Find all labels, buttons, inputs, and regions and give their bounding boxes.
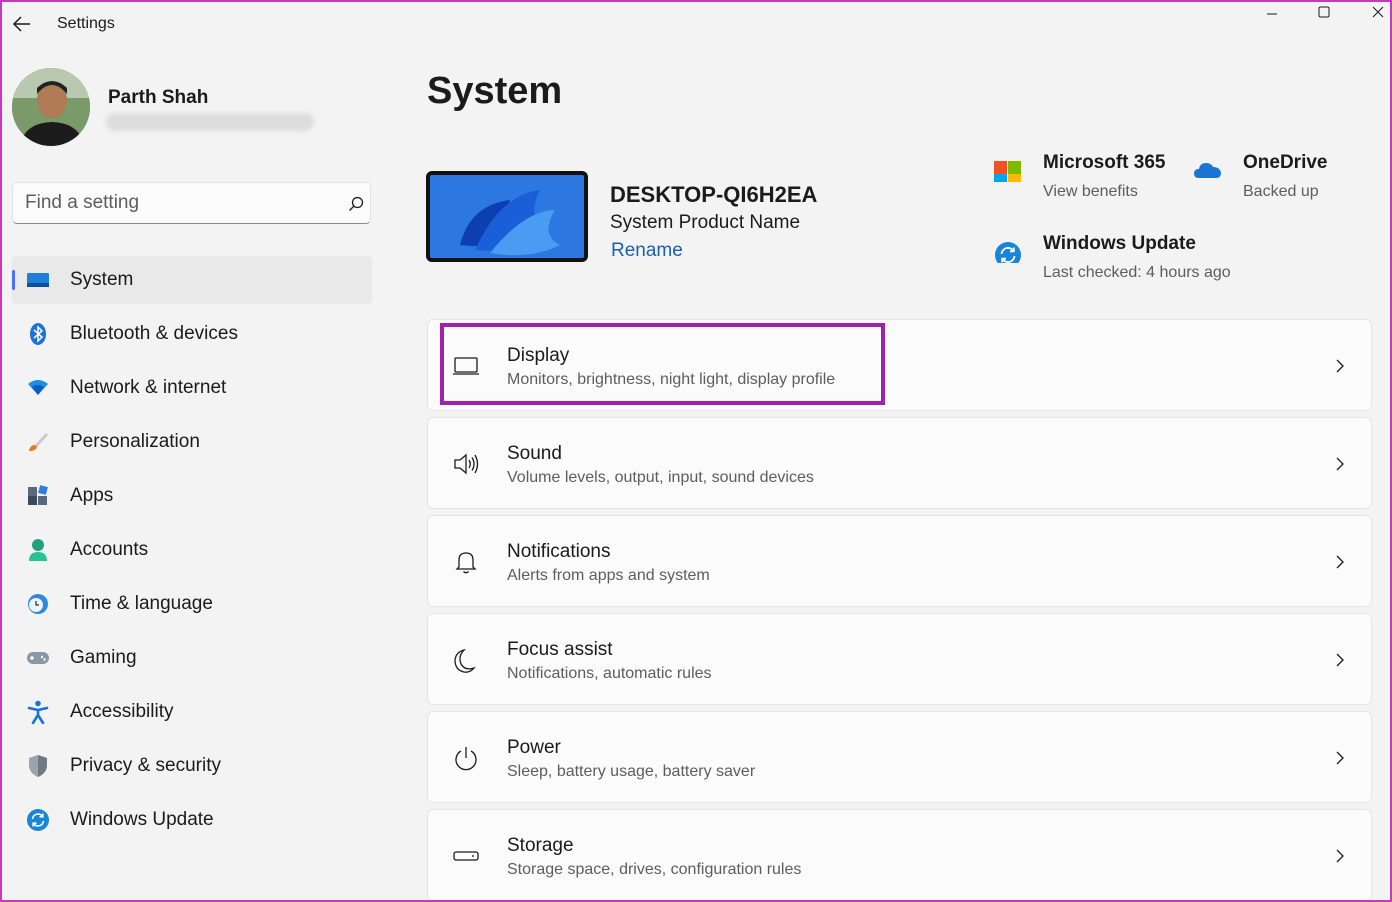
minimize-icon: [1267, 13, 1277, 15]
sidebar-item-label: Accessibility: [70, 701, 174, 722]
onedrive-cloud-icon: [1194, 163, 1221, 178]
search-input[interactable]: [25, 191, 325, 215]
chevron-right-icon: [1336, 555, 1344, 569]
sidebar-nav: System Bluetooth & devices Network & int…: [0, 253, 380, 847]
back-button[interactable]: [10, 12, 34, 36]
sidebar-item-bluetooth[interactable]: Bluetooth & devices: [0, 307, 380, 361]
sidebar-item-accessibility[interactable]: Accessibility: [0, 685, 380, 739]
microsoft-logo-icon: [994, 161, 1021, 182]
device-thumbnail: [426, 171, 588, 262]
storage-drive-icon: [453, 851, 479, 861]
sidebar-item-accounts[interactable]: Accounts: [0, 523, 380, 577]
page-title: System: [427, 70, 563, 112]
avatar[interactable]: [12, 68, 90, 146]
selection-background: [12, 256, 372, 304]
setting-card-subtitle: Alerts from apps and system: [507, 567, 710, 584]
quick-action-title: Microsoft 365: [1043, 152, 1166, 173]
quick-action-subtitle: Backed up: [1243, 183, 1319, 200]
sidebar-item-time-language[interactable]: Time & language: [0, 577, 380, 631]
windows-update-icon: [995, 242, 1021, 263]
brush-icon: [26, 430, 50, 454]
sidebar-item-label: Network & internet: [70, 377, 227, 398]
device-name: DESKTOP-QI6H2EA: [610, 182, 818, 207]
accessibility-icon: [26, 700, 50, 724]
clock-globe-icon: [26, 592, 50, 616]
search-box[interactable]: [12, 182, 371, 224]
setting-card-notifications[interactable]: Notifications Alerts from apps and syste…: [427, 515, 1372, 607]
system-icon: [26, 268, 50, 292]
chevron-right-icon: [1336, 849, 1344, 863]
bluetooth-icon: [26, 322, 50, 346]
chevron-right-icon: [1336, 359, 1344, 373]
close-button[interactable]: [1356, 0, 1392, 24]
setting-card-title: Sound: [507, 443, 562, 464]
wallpaper-bloom-icon: [430, 175, 584, 258]
sidebar-item-label: Time & language: [70, 593, 213, 614]
setting-card-title: Focus assist: [507, 639, 613, 660]
setting-card-subtitle: Storage space, drives, configuration rul…: [507, 861, 802, 878]
sidebar-item-label: Bluetooth & devices: [70, 323, 238, 344]
rename-link[interactable]: Rename: [611, 240, 683, 262]
sidebar-item-label: Accounts: [70, 539, 149, 560]
quick-action-title: Windows Update: [1043, 233, 1196, 254]
selection-indicator: [12, 270, 15, 290]
setting-card-title: Notifications: [507, 541, 611, 562]
setting-card-storage[interactable]: Storage Storage space, drives, configura…: [427, 809, 1372, 901]
account-icon: [26, 538, 50, 562]
quick-action-subtitle: View benefits: [1043, 183, 1138, 200]
setting-card-title: Storage: [507, 835, 574, 856]
sidebar-item-system[interactable]: System: [0, 253, 380, 307]
chevron-right-icon: [1336, 653, 1344, 667]
user-name: Parth Shah: [108, 87, 209, 108]
apps-icon: [26, 484, 50, 508]
quick-action-subtitle: Last checked: 4 hours ago: [1043, 264, 1231, 281]
app-title: Settings: [57, 15, 115, 32]
setting-card-title: Power: [507, 737, 561, 758]
user-email-redacted: [106, 113, 314, 131]
maximize-icon: [1318, 6, 1330, 18]
speaker-icon: [454, 453, 479, 475]
moon-icon: [454, 648, 476, 673]
sidebar-item-label: Apps: [70, 485, 114, 506]
sidebar-item-network[interactable]: Network & internet: [0, 361, 380, 415]
close-icon: [1372, 6, 1384, 18]
sidebar-item-windows-update[interactable]: Windows Update: [0, 793, 380, 847]
sidebar-item-label: System: [70, 269, 134, 290]
sidebar-item-label: Personalization: [70, 431, 200, 452]
update-icon: [26, 808, 50, 832]
gamepad-icon: [26, 646, 50, 670]
power-icon: [455, 747, 477, 771]
sidebar-item-personalization[interactable]: Personalization: [0, 415, 380, 469]
highlight-box: [440, 323, 885, 405]
wifi-icon: [26, 376, 50, 400]
setting-card-subtitle: Sleep, battery usage, battery saver: [507, 763, 756, 780]
setting-card-subtitle: Volume levels, output, input, sound devi…: [507, 469, 814, 486]
title-bar: Settings: [0, 0, 1392, 48]
sidebar-item-label: Windows Update: [70, 809, 214, 830]
sidebar-item-label: Privacy & security: [70, 755, 221, 776]
maximize-button[interactable]: [1302, 0, 1346, 24]
quick-action-title: OneDrive: [1243, 152, 1328, 173]
setting-card-sound[interactable]: Sound Volume levels, output, input, soun…: [427, 417, 1372, 509]
setting-card-power[interactable]: Power Sleep, battery usage, battery save…: [427, 711, 1372, 803]
device-model: System Product Name: [610, 212, 801, 233]
shield-icon: [26, 754, 50, 778]
chevron-right-icon: [1336, 457, 1344, 471]
sidebar-item-privacy[interactable]: Privacy & security: [0, 739, 380, 793]
minimize-button[interactable]: [1250, 0, 1294, 24]
chevron-right-icon: [1336, 751, 1344, 765]
user-photo-icon: [12, 68, 90, 146]
setting-card-focus-assist[interactable]: Focus assist Notifications, automatic ru…: [427, 613, 1372, 705]
search-icon[interactable]: [347, 195, 365, 213]
setting-card-subtitle: Notifications, automatic rules: [507, 665, 712, 682]
sidebar-item-label: Gaming: [70, 647, 137, 668]
back-arrow-icon: [12, 16, 30, 32]
sidebar-item-gaming[interactable]: Gaming: [0, 631, 380, 685]
sidebar-item-apps[interactable]: Apps: [0, 469, 380, 523]
bell-icon: [455, 552, 477, 574]
